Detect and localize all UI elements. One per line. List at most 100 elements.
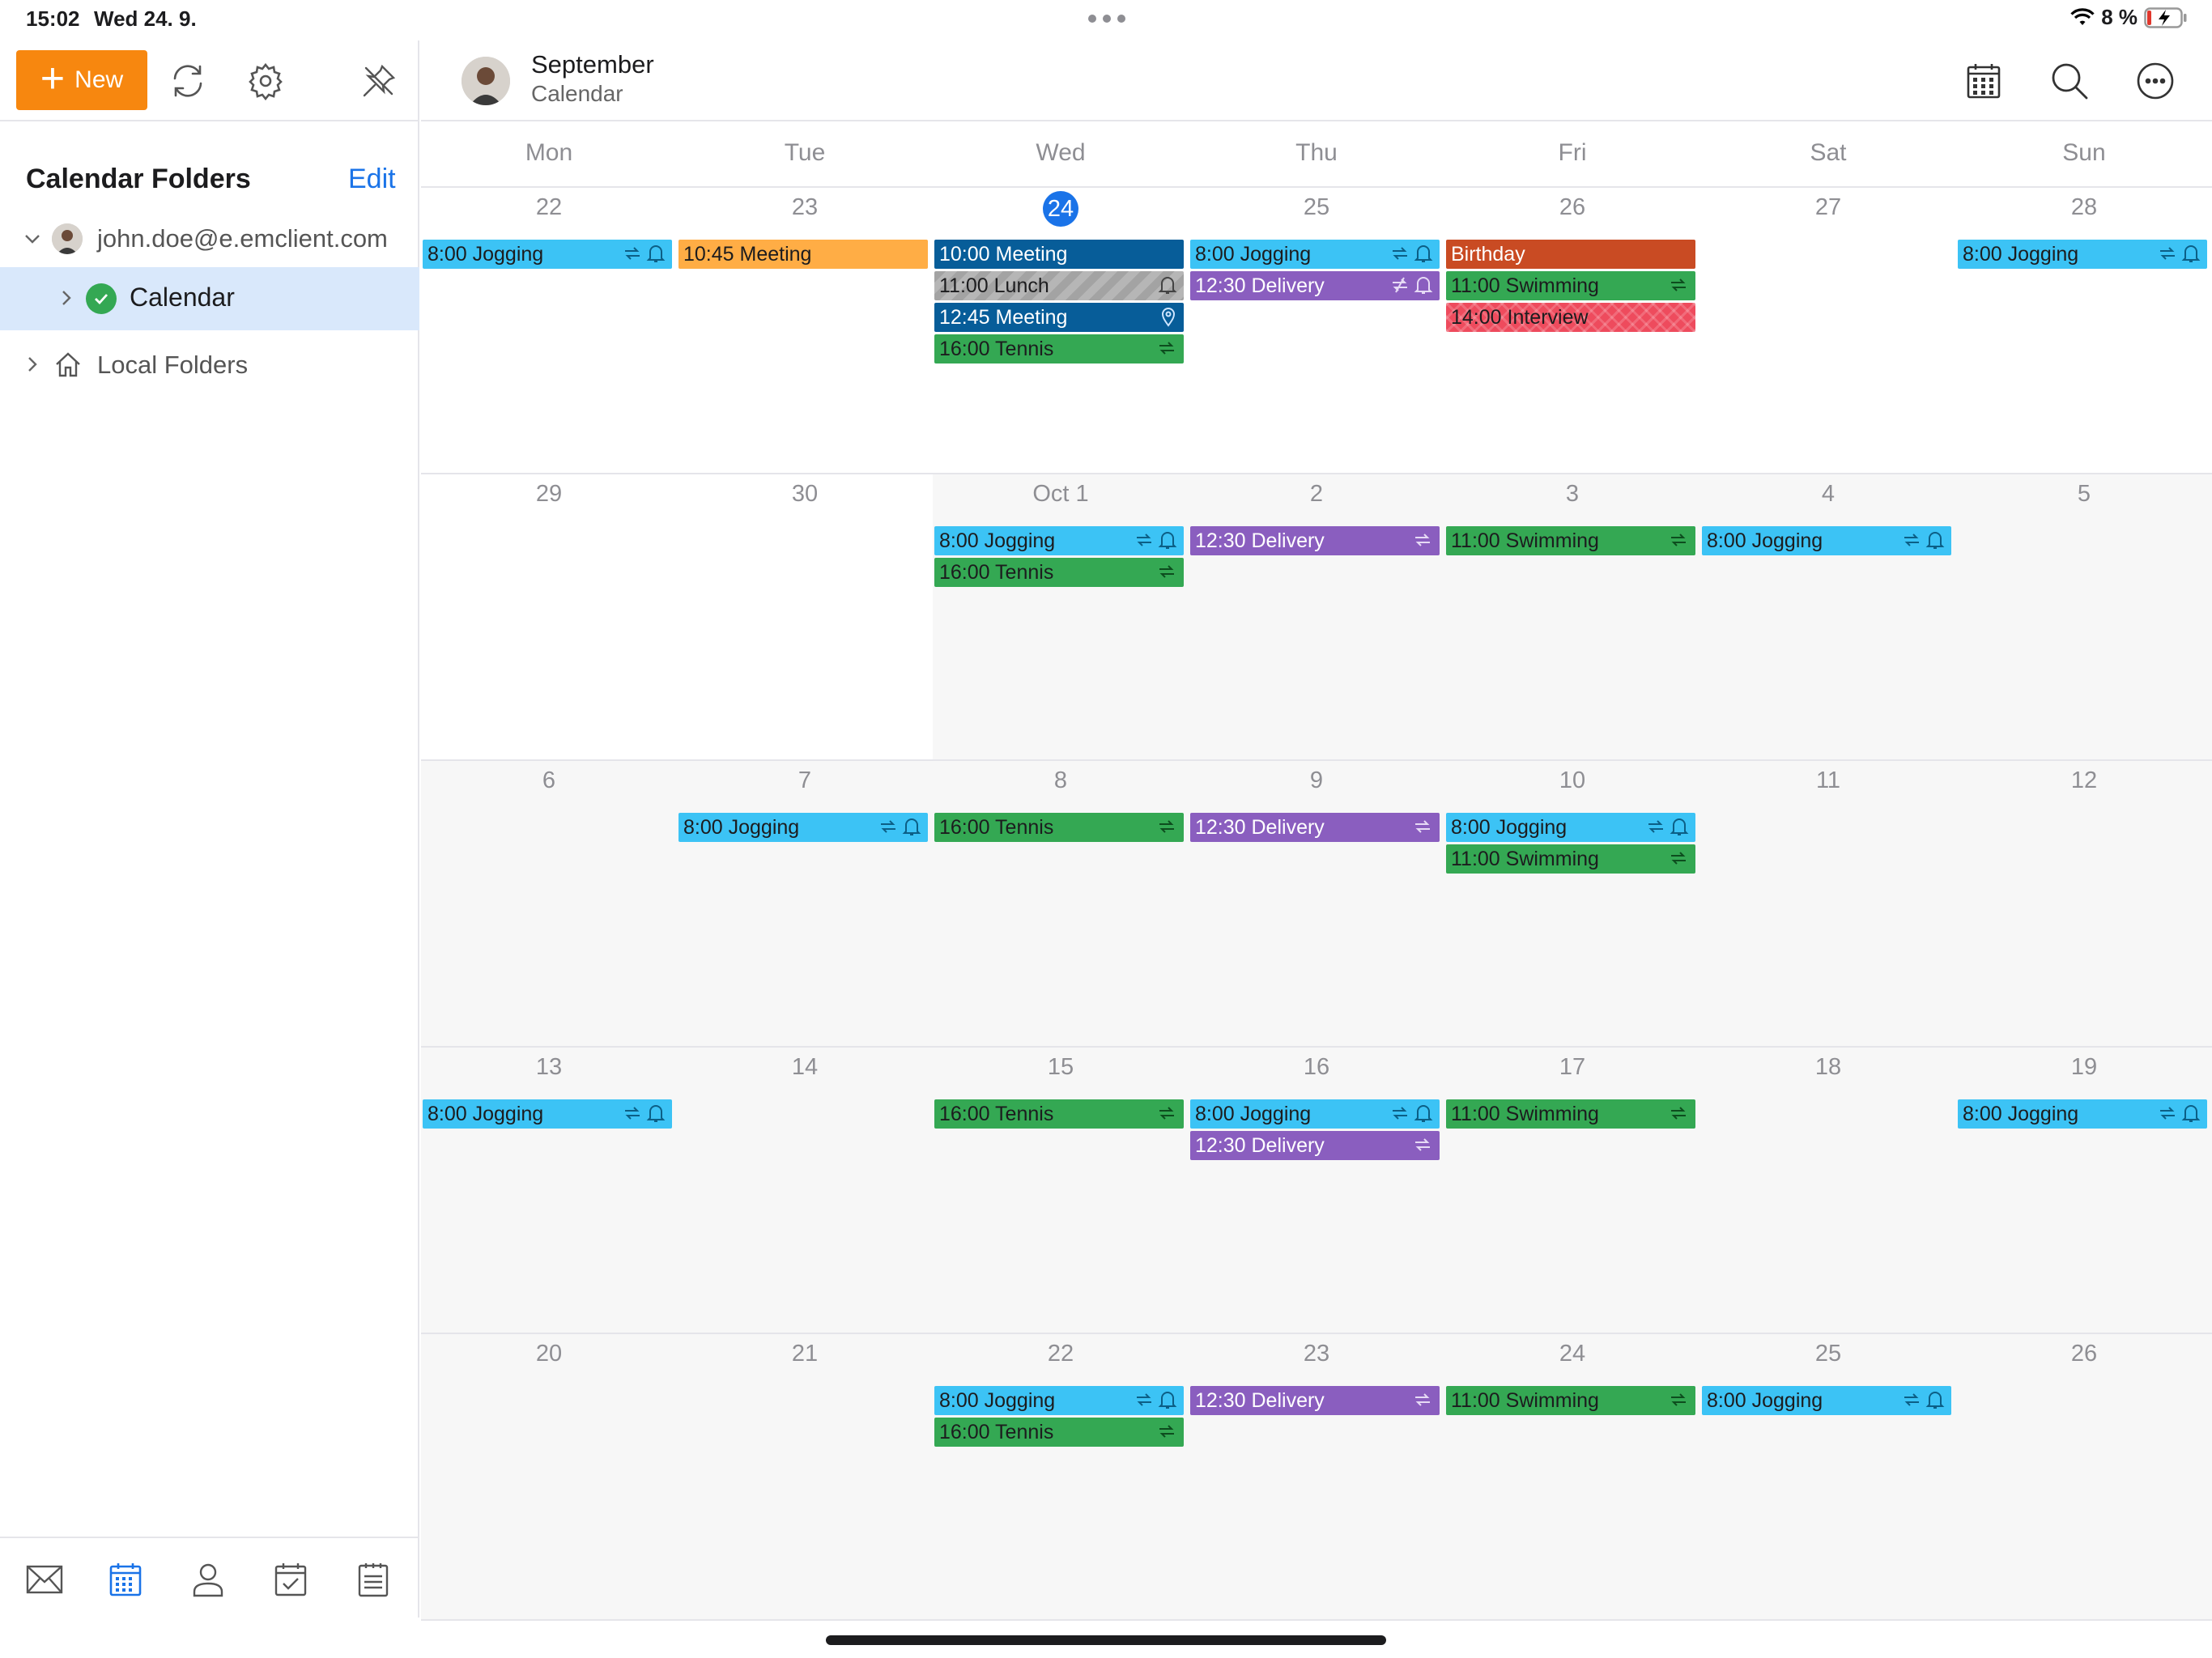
calendar-event[interactable]: 10:45 Meeting [678,240,928,269]
day-cell[interactable]: 3 11:00 Swimming [1444,474,1700,759]
day-cell[interactable]: 11 [1700,761,1956,1046]
calendar-event[interactable]: 12:45 Meeting [934,303,1184,332]
day-cell[interactable]: 22 8:00 Jogging 16:00 Tennis [933,1334,1189,1619]
bell-icon [1158,1392,1177,1409]
event-indicator-icons [622,243,666,264]
sync-button[interactable] [164,57,212,105]
calendar-folders-title: Calendar Folders [26,164,251,194]
day-cell[interactable]: 24 10:00 Meeting 11:00 Lunch 12:45 Meeting 1… [933,188,1189,473]
day-cell[interactable]: 15 16:00 Tennis [933,1048,1189,1333]
calendar-event[interactable]: 8:00 Jogging [678,813,928,842]
calendar-event[interactable]: 11:00 Swimming [1446,1099,1695,1129]
tab-notes[interactable] [351,1558,395,1601]
event-indicator-icons [1901,1389,1945,1410]
day-cell[interactable]: 13 8:00 Jogging [421,1048,677,1333]
calendar-event[interactable]: 11:00 Swimming [1446,844,1695,874]
chevron-down-icon[interactable] [23,229,42,249]
tab-contacts[interactable] [186,1558,230,1601]
day-cell[interactable]: 17 11:00 Swimming [1444,1048,1700,1333]
day-cell[interactable]: 24 11:00 Swimming [1444,1334,1700,1619]
day-cell[interactable]: 2 12:30 Delivery [1189,474,1444,759]
day-cell[interactable]: 27 [1700,188,1956,473]
calendar-event[interactable]: 12:30 Delivery [1190,271,1440,300]
calendar-event[interactable]: 8:00 Jogging [1958,1099,2207,1129]
event-title: 8:00 Jogging [1195,243,1312,266]
event-indicator-icons [622,1103,666,1124]
calendar-event[interactable]: Birthday [1446,240,1695,269]
calendar-event[interactable]: 8:00 Jogging [423,1099,672,1129]
day-cell[interactable]: 10 8:00 Jogging 11:00 Swimming [1444,761,1700,1046]
calendar-event[interactable]: 16:00 Tennis [934,334,1184,363]
search-button[interactable] [2044,55,2095,107]
sidebar-item-calendar[interactable]: Calendar [0,267,419,330]
day-cell[interactable]: Oct 1 8:00 Jogging 16:00 Tennis [933,474,1189,759]
day-cell[interactable]: 25 8:00 Jogging [1700,1334,1956,1619]
tab-tasks[interactable] [269,1558,313,1601]
day-cell[interactable]: 26 [1956,1334,2212,1619]
calendar-event[interactable]: 12:30 Delivery [1190,813,1440,842]
chevron-right-icon[interactable] [23,355,42,374]
day-cell[interactable]: 14 [677,1048,933,1333]
day-cell[interactable]: 29 [421,474,677,759]
day-cell[interactable]: 20 [421,1334,677,1619]
calendar-visible-check-icon[interactable] [86,283,117,314]
tab-calendar[interactable] [104,1558,147,1601]
calendar-event[interactable]: 8:00 Jogging [1190,240,1440,269]
day-cell[interactable]: 12 [1956,761,2212,1046]
day-cell[interactable]: 6 [421,761,677,1046]
chevron-right-icon[interactable] [57,288,76,308]
event-title: 11:00 Swimming [1451,529,1599,552]
day-cell[interactable]: 21 [677,1334,933,1619]
day-cell[interactable]: 4 8:00 Jogging [1700,474,1956,759]
settings-button[interactable] [241,57,290,105]
account-row[interactable]: john.doe@e.emclient.com [0,210,419,267]
calendar-event[interactable]: 12:30 Delivery [1190,1131,1440,1160]
user-avatar[interactable] [462,57,510,105]
calendar-event[interactable]: 8:00 Jogging [1190,1099,1440,1129]
day-cell[interactable]: 18 [1700,1048,1956,1333]
day-cell[interactable]: 23 10:45 Meeting [677,188,933,473]
day-cell[interactable]: 30 [677,474,933,759]
calendar-event[interactable]: 14:00 Interview [1446,303,1695,332]
view-switch-button[interactable] [1958,55,2010,107]
day-number: 20 [535,1341,563,1367]
day-cell[interactable]: 5 [1956,474,2212,759]
calendar-event[interactable]: 11:00 Swimming [1446,526,1695,555]
tab-mail[interactable] [23,1558,66,1601]
calendar-event[interactable]: 8:00 Jogging [1702,1386,1951,1415]
day-cell[interactable]: 19 8:00 Jogging [1956,1048,2212,1333]
pin-sidebar-button[interactable] [355,57,403,105]
calendar-event[interactable]: 11:00 Swimming [1446,1386,1695,1415]
calendar-event[interactable]: 8:00 Jogging [1958,240,2207,269]
multitasking-dots-icon[interactable] [1088,15,1125,23]
day-cell[interactable]: 9 12:30 Delivery [1189,761,1444,1046]
calendar-event[interactable]: 8:00 Jogging [934,526,1184,555]
calendar-event[interactable]: 10:00 Meeting [934,240,1184,269]
day-cell[interactable]: 25 8:00 Jogging 12:30 Delivery [1189,188,1444,473]
calendar-event[interactable]: 16:00 Tennis [934,1099,1184,1129]
day-cell[interactable]: 28 8:00 Jogging [1956,188,2212,473]
calendar-event[interactable]: 11:00 Swimming [1446,271,1695,300]
calendar-event[interactable]: 8:00 Jogging [934,1386,1184,1415]
day-cell[interactable]: 26 Birthday 11:00 Swimming 14:00 Interview [1444,188,1700,473]
day-cell[interactable]: 23 12:30 Delivery [1189,1334,1444,1619]
edit-button[interactable]: Edit [348,164,396,195]
calendar-event[interactable]: 11:00 Lunch [934,271,1184,300]
calendar-event[interactable]: 8:00 Jogging [423,240,672,269]
calendar-event[interactable]: 16:00 Tennis [934,813,1184,842]
calendar-event[interactable]: 12:30 Delivery [1190,1386,1440,1415]
calendar-event[interactable]: 8:00 Jogging [1446,813,1695,842]
sidebar-item-local-folders[interactable]: Local Folders [0,334,419,395]
day-cell[interactable]: 16 8:00 Jogging 12:30 Delivery [1189,1048,1444,1333]
day-cell[interactable]: 8 16:00 Tennis [933,761,1189,1046]
calendar-event[interactable]: 8:00 Jogging [1702,526,1951,555]
day-cell[interactable]: 7 8:00 Jogging [677,761,933,1046]
calendar-event[interactable]: 16:00 Tennis [934,1418,1184,1447]
calendar-icon [109,1563,142,1596]
calendar-event[interactable]: 16:00 Tennis [934,558,1184,587]
bell-icon [1670,818,1689,835]
more-button[interactable] [2129,55,2181,107]
new-button[interactable]: + New [16,50,147,110]
calendar-event[interactable]: 12:30 Delivery [1190,526,1440,555]
day-cell[interactable]: 22 8:00 Jogging [421,188,677,473]
